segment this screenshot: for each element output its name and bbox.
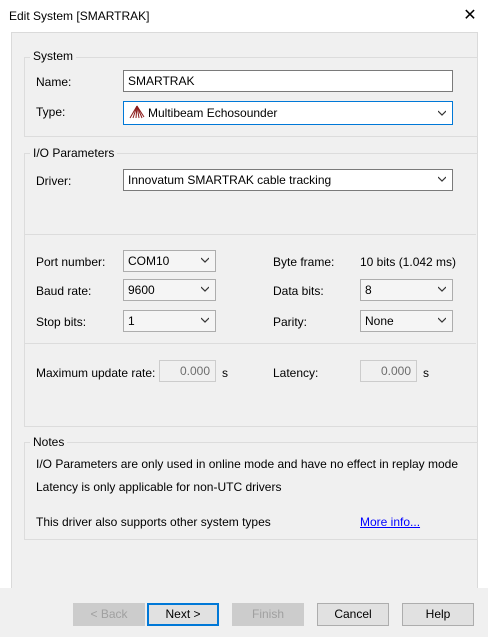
stop-select-value: 1 <box>128 314 135 328</box>
byteframe-label: Byte frame: <box>273 255 335 269</box>
maxrate-label: Maximum update rate: <box>36 366 156 380</box>
dialog-footer: < Back Next > Finish Cancel Help <box>0 588 488 637</box>
type-select-value: Multibeam Echosounder <box>148 106 278 120</box>
cancel-button[interactable]: Cancel <box>317 603 389 626</box>
system-group-legend: System <box>30 49 77 63</box>
latency-label: Latency: <box>273 366 319 380</box>
notes-group-legend: Notes <box>30 435 68 449</box>
window-title: Edit System [SMARTRAK] <box>9 9 150 23</box>
driver-select[interactable]: Innovatum SMARTRAK cable tracking <box>123 169 453 191</box>
multibeam-icon <box>129 105 145 119</box>
notes-line-1: I/O Parameters are only used in online m… <box>36 457 459 471</box>
io-separator <box>24 234 476 235</box>
databits-select[interactable]: 8 <box>360 279 453 301</box>
title-bar: Edit System [SMARTRAK] ✕ <box>0 0 488 32</box>
chevron-down-icon <box>201 257 209 263</box>
notes-line-3: This driver also supports other system t… <box>36 515 271 529</box>
chevron-down-icon <box>201 317 209 323</box>
maxrate-field[interactable]: 0.000 <box>159 360 216 382</box>
chevron-down-icon <box>438 317 446 323</box>
chevron-down-icon <box>438 176 446 182</box>
chevron-down-icon <box>201 286 209 292</box>
stop-label: Stop bits: <box>36 315 87 329</box>
close-icon[interactable]: ✕ <box>458 4 482 28</box>
chevron-down-icon <box>438 286 446 292</box>
system-group <box>24 57 478 137</box>
port-select[interactable]: COM10 <box>123 250 216 272</box>
parity-select[interactable]: None <box>360 310 453 332</box>
type-label: Type: <box>36 105 66 119</box>
parity-select-value: None <box>365 314 394 328</box>
more-info-link[interactable]: More info... <box>360 515 420 529</box>
maxrate-unit: s <box>222 366 228 380</box>
name-label: Name: <box>36 75 72 89</box>
driver-select-value: Innovatum SMARTRAK cable tracking <box>128 173 332 187</box>
help-button[interactable]: Help <box>402 603 474 626</box>
notes-line-2: Latency is only applicable for non-UTC d… <box>36 480 282 494</box>
port-label: Port number: <box>36 255 106 269</box>
chevron-down-icon <box>438 110 446 116</box>
baud-select[interactable]: 9600 <box>123 279 216 301</box>
databits-select-value: 8 <box>365 283 372 297</box>
driver-label: Driver: <box>36 174 72 188</box>
byteframe-value: 10 bits (1.042 ms) <box>360 255 457 269</box>
baud-label: Baud rate: <box>36 284 92 298</box>
parity-label: Parity: <box>273 315 308 329</box>
io-separator-2 <box>24 343 476 344</box>
next-button[interactable]: Next > <box>147 603 219 626</box>
name-field[interactable]: SMARTRAK <box>123 70 453 92</box>
type-select[interactable]: Multibeam Echosounder <box>123 101 453 125</box>
databits-label: Data bits: <box>273 284 324 298</box>
io-group-legend: I/O Parameters <box>30 146 118 160</box>
latency-field[interactable]: 0.000 <box>360 360 417 382</box>
finish-button[interactable]: Finish <box>232 603 304 626</box>
stop-select[interactable]: 1 <box>123 310 216 332</box>
baud-select-value: 9600 <box>128 283 155 297</box>
latency-unit: s <box>423 366 429 380</box>
back-button[interactable]: < Back <box>73 603 145 626</box>
dialog-body: System Name: SMARTRAK Type: Multibeam Ec… <box>11 32 478 589</box>
port-select-value: COM10 <box>128 254 170 268</box>
